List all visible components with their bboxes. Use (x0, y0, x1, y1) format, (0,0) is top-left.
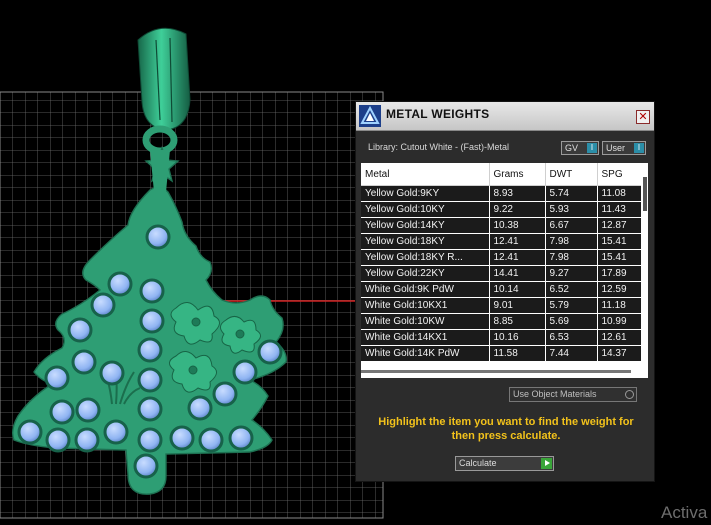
table-row[interactable]: Yellow Gold:18KY R... 12.41 7.98 15.41 (361, 249, 642, 266)
calculate-button[interactable]: Calculate (455, 456, 554, 471)
metal-cell: Yellow Gold:10KY (361, 201, 490, 218)
column-header-spg[interactable]: SPG (597, 163, 642, 186)
spg-cell: 12.59 (597, 281, 642, 298)
grams-cell: 10.38 (489, 217, 546, 234)
table-row[interactable]: White Gold:10KX1 9.01 5.79 11.18 (361, 297, 642, 314)
metal-cell: White Gold:10KW (361, 313, 490, 330)
metal-cell: White Gold:9K PdW (361, 281, 490, 298)
metal-table[interactable]: Metal Grams DWT SPG Yellow Gold:9KY 8.93 5… (361, 163, 648, 378)
use-object-materials-label: Use Object Materials (513, 389, 597, 399)
grams-cell: 12.41 (489, 233, 546, 250)
table-row[interactable]: White Gold:9K PdW 10.14 6.52 12.59 (361, 281, 642, 298)
dwt-cell: 7.98 (545, 249, 598, 266)
table-row[interactable]: Yellow Gold:9KY 8.93 5.74 11.08 (361, 185, 642, 202)
dwt-cell: 5.79 (545, 297, 598, 314)
dwt-cell: 7.98 (545, 233, 598, 250)
metal-cell: Yellow Gold:18KY R... (361, 249, 490, 266)
gv-toggle-label: GV (565, 143, 579, 153)
table-vertical-scrollbar[interactable] (641, 163, 648, 378)
spg-cell: 15.41 (597, 233, 642, 250)
activation-watermark: Activa (661, 503, 708, 522)
gv-toggle[interactable]: GV I (561, 141, 599, 155)
spg-cell: 11.18 (597, 297, 642, 314)
dwt-cell: 7.44 (545, 345, 598, 362)
dwt-cell: 6.53 (545, 329, 598, 346)
grams-cell: 11.58 (489, 345, 546, 362)
table-row[interactable]: White Gold:10KW 8.85 5.69 10.99 (361, 313, 642, 330)
grams-cell: 14.41 (489, 265, 546, 282)
metal-cell: White Gold:10KX1 (361, 297, 490, 314)
radio-circle-icon (625, 390, 634, 399)
gv-toggle-switch-icon: I (587, 143, 597, 153)
library-label: Library: Cutout White - (Fast)-Metal (368, 142, 510, 152)
dwt-cell: 9.27 (545, 265, 598, 282)
use-object-materials-toggle[interactable]: Use Object Materials (509, 387, 637, 402)
table-row[interactable]: Yellow Gold:10KY 9.22 5.93 11.43 (361, 201, 642, 218)
calculate-label: Calculate (459, 458, 497, 468)
grams-cell: 10.14 (489, 281, 546, 298)
table-row[interactable]: Yellow Gold:22KY 14.41 9.27 17.89 (361, 265, 642, 282)
close-icon: ✕ (638, 111, 648, 123)
spg-cell: 11.43 (597, 201, 642, 218)
table-row[interactable]: Yellow Gold:14KY 10.38 6.67 12.87 (361, 217, 642, 234)
column-header-dwt[interactable]: DWT (545, 163, 598, 186)
spg-cell: 17.89 (597, 265, 642, 282)
spg-cell: 10.99 (597, 313, 642, 330)
metal-cell: White Gold:14K PdW (361, 345, 490, 362)
grams-cell: 8.85 (489, 313, 546, 330)
metal-cell: White Gold:14KX1 (361, 329, 490, 346)
spg-cell: 12.87 (597, 217, 642, 234)
metal-cell: Yellow Gold:14KY (361, 217, 490, 234)
table-horizontal-scrollbar[interactable] (361, 370, 631, 373)
grams-cell: 9.22 (489, 201, 546, 218)
dwt-cell: 5.74 (545, 185, 598, 202)
grams-cell: 10.16 (489, 329, 546, 346)
instructions-text: Highlight the item you want to find the … (378, 416, 634, 442)
dwt-cell: 5.93 (545, 201, 598, 218)
metal-weights-panel: METAL WEIGHTS ✕ Library: Cutout White - … (355, 101, 655, 482)
user-toggle[interactable]: User I (602, 141, 646, 155)
table-header-row: Metal Grams DWT SPG (361, 163, 642, 186)
panel-title: METAL WEIGHTS (386, 107, 490, 121)
spg-cell: 15.41 (597, 249, 642, 266)
play-arrow-icon (541, 458, 552, 469)
spg-cell: 12.61 (597, 329, 642, 346)
metal-cell: Yellow Gold:22KY (361, 265, 490, 282)
metal-cell: Yellow Gold:9KY (361, 185, 490, 202)
spg-cell: 11.08 (597, 185, 642, 202)
panel-titlebar[interactable]: METAL WEIGHTS ✕ (356, 102, 654, 131)
user-toggle-label: User (606, 143, 626, 153)
dwt-cell: 6.52 (545, 281, 598, 298)
table-row[interactable]: White Gold:14K PdW 11.58 7.44 14.37 (361, 345, 642, 362)
scrollbar-thumb[interactable] (643, 177, 647, 211)
column-header-grams[interactable]: Grams (489, 163, 546, 186)
grams-cell: 9.01 (489, 297, 546, 314)
matrix-logo-icon (359, 105, 381, 127)
grams-cell: 8.93 (489, 185, 546, 202)
spg-cell: 14.37 (597, 345, 642, 362)
dwt-cell: 5.69 (545, 313, 598, 330)
metal-cell: Yellow Gold:18KY (361, 233, 490, 250)
column-header-metal[interactable]: Metal (361, 163, 490, 186)
dwt-cell: 6.67 (545, 217, 598, 234)
table-row[interactable]: Yellow Gold:18KY 12.41 7.98 15.41 (361, 233, 642, 250)
close-button[interactable]: ✕ (636, 110, 650, 124)
grams-cell: 12.41 (489, 249, 546, 266)
user-toggle-switch-icon: I (634, 143, 644, 153)
table-row[interactable]: White Gold:14KX1 10.16 6.53 12.61 (361, 329, 642, 346)
